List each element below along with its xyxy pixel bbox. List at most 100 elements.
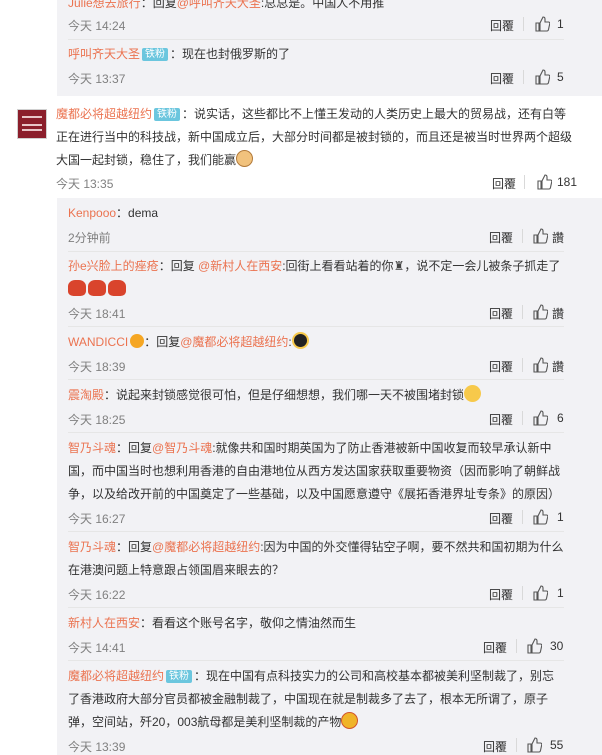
timestamp: 今天 16:22 [68,588,126,602]
fan-badge: 铁粉 [154,108,181,121]
divider [68,251,564,252]
thumbs-up-icon[interactable] [532,304,548,320]
divider [522,358,523,372]
timestamp: 今天 18:39 [68,360,126,374]
reply-button[interactable]: 回覆 [483,738,507,755]
comment-text: 魔都必将超越纽约 铁粉 ：说实话，这些都比不上懂王发动的人类历史上最大的贸易战，还有… [56,107,573,167]
thumbs-up-icon[interactable] [532,357,548,373]
divider [516,738,517,752]
comment-text: 智乃斗魂：回复@智乃斗魂:就像共和国时期英国为了防止香港被新中国收复而较早承认新… [68,441,561,501]
fan-badge: 铁粉 [166,670,193,683]
reply-button[interactable]: 回覆 [489,358,513,375]
comment-text: Kenpooo：dema [68,206,159,220]
thumbs-up-icon[interactable] [534,69,550,85]
timestamp: 今天 18:25 [68,413,126,427]
divider [522,510,523,524]
username-link[interactable]: Julie想去旅行 [68,0,141,10]
username-link[interactable]: 震淘殿 [68,388,104,402]
mention-link[interactable]: @智乃斗魂 [152,441,212,455]
red-lantern-emoji-icon [108,280,126,296]
divider [68,39,564,40]
divider [523,17,524,31]
thumbs-up-icon[interactable] [532,509,548,525]
divider [522,411,523,425]
reply-button[interactable]: 回覆 [483,639,507,656]
sunglasses-emoji-icon [291,332,309,349]
comment-text: 震淘殿：说起来封锁感觉很可怕，但是仔细想想，我们哪一天不被围堵封锁 [68,384,482,407]
avatar[interactable] [17,109,47,139]
username-link[interactable]: Kenpooo [68,206,116,220]
red-lantern-emoji-icon [88,280,106,296]
grin-face-emoji-icon [341,712,359,729]
mention-link[interactable]: @魔都必将超越纽约 [152,540,260,554]
mention-link[interactable]: @魔都必将超越纽约 [180,335,288,349]
like-label: 讚 [552,231,565,245]
fan-badge: 铁粉 [142,48,169,61]
like-count: 1 [557,510,564,524]
comment-text: 新村人在西安：看看这个账号名字，敬仰之情油然而生 [68,616,357,630]
like-count: 1 [557,586,564,600]
thumbs-up-icon[interactable] [526,638,542,654]
divider [522,586,523,600]
comment-text: 魔都必将超越纽约 铁粉 ：现在中国有点科技实力的公司和高校基本都被美利坚制裁了，别忘… [68,669,555,729]
username-link[interactable]: WANDICCI [68,335,128,349]
thumbs-up-icon[interactable] [534,16,550,32]
thumbs-up-icon[interactable] [532,585,548,601]
divider [522,229,523,243]
divider [522,305,523,319]
comment-text: 智乃斗魂：回复@魔都必将超越纽约:因为中国的外交懂得钻空子啊，要不然共和国初期为… [68,540,564,577]
emoji-row [68,280,128,296]
red-lantern-emoji-icon [68,280,86,296]
sweat-face-emoji-icon [464,385,482,402]
thumbs-up-icon[interactable] [532,228,548,244]
like-count: 6 [557,411,564,425]
timestamp: 今天 16:27 [68,512,126,526]
timestamp: 今天 13:37 [68,72,126,86]
reply-button[interactable]: 回覆 [489,411,513,428]
thumbs-up-icon[interactable] [526,737,542,753]
divider [516,639,517,653]
divider [68,326,564,327]
comment-text: 呼叫齐天大圣 铁粉 ：现在也封俄罗斯的了 [68,47,291,61]
mention-link[interactable]: @新村人在西安 [198,259,282,273]
reply-button[interactable]: 回覆 [489,510,513,527]
mention-link[interactable]: @呼叫齐天大圣 [177,0,261,10]
reply-button[interactable]: 回覆 [489,229,513,246]
divider [68,660,564,661]
thumbs-up-icon[interactable] [536,174,552,190]
username-link[interactable]: 孙e兴脸上的痤疮 [68,259,159,273]
reply-button[interactable]: 回覆 [492,175,516,192]
reply-button[interactable]: 回覆 [489,586,513,603]
username-link[interactable]: 魔都必将超越纽约 [56,107,152,121]
timestamp: 今天 18:41 [68,307,126,321]
divider [523,70,524,84]
like-count: 55 [550,738,564,752]
username-link[interactable]: 新村人在西安 [68,616,140,630]
timestamp: 今天 13:39 [68,740,126,754]
timestamp: 2分钟前 [68,231,111,245]
divider [68,531,564,532]
username-link[interactable]: 智乃斗魂 [68,540,116,554]
reply-button[interactable]: 回覆 [489,305,513,322]
thumbs-up-icon[interactable] [532,410,548,426]
divider [68,607,564,608]
like-count: 30 [550,639,564,653]
like-count: 5 [557,70,564,84]
divider [524,175,525,189]
username-link[interactable]: 魔都必将超越纽约 [68,669,164,683]
divider [68,432,564,433]
bear-face-emoji-icon [236,150,254,167]
reply-button[interactable]: 回覆 [490,17,514,34]
like-label: 讚 [552,360,565,374]
small-figure-icon: ♜ [393,259,405,273]
reply-button[interactable]: 回覆 [490,70,514,87]
timestamp: 今天 13:35 [56,177,114,191]
timestamp: 今天 14:24 [68,19,126,33]
like-count: 1 [557,17,564,31]
username-link[interactable]: 智乃斗魂 [68,441,116,455]
comment-text: 孙e兴脸上的痤疮：回复 @新村人在西安:回街上看看站着的你♜，说不定一会儿被条子… [68,259,561,273]
username-link[interactable]: 呼叫齐天大圣 [68,47,140,61]
divider [68,379,564,380]
timestamp: 今天 14:41 [68,641,126,655]
like-label: 讚 [552,307,565,321]
